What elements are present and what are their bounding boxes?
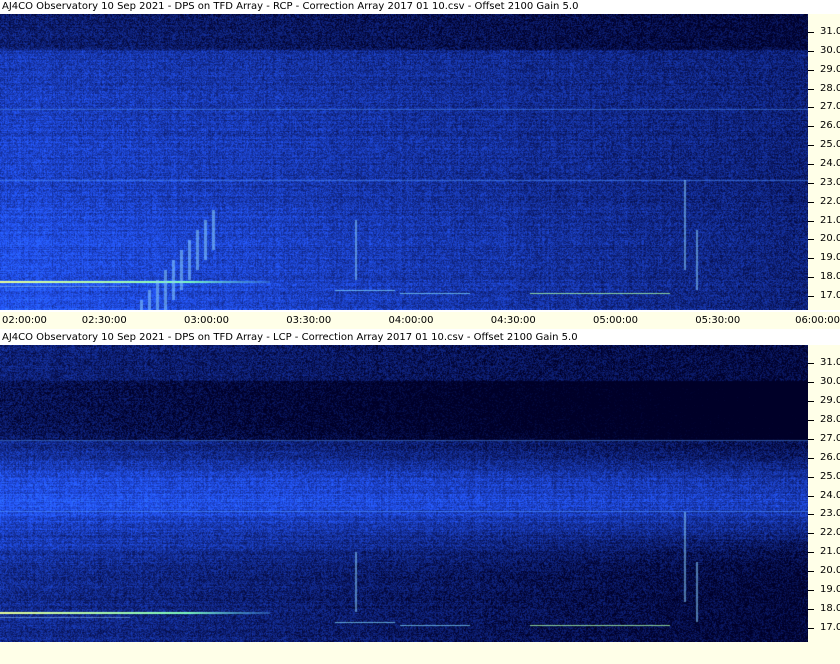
time-tick-label: 04:30:00 xyxy=(490,315,536,326)
frequency-tick-label: 17.0 xyxy=(820,290,840,301)
frequency-tick xyxy=(808,201,814,203)
frequency-tick-label: 19.0 xyxy=(820,584,840,596)
frequency-tick xyxy=(808,126,814,128)
frequency-tick-label: 22.0 xyxy=(820,527,840,539)
frequency-tick-label: 29.0 xyxy=(820,63,840,75)
time-tick-label: 03:00:00 xyxy=(184,315,229,326)
bottom-spectrogram xyxy=(0,345,808,642)
frequency-tick-label: 27.0 xyxy=(820,101,840,113)
frequency-tick xyxy=(808,145,814,147)
time-tick-label: 02:30:00 xyxy=(81,315,127,326)
frequency-tick xyxy=(808,182,814,184)
top-panel-caption: AJ4CO Observatory 10 Sep 2021 - DPS on T… xyxy=(0,0,812,14)
frequency-tick xyxy=(808,438,814,440)
top-frequency-axis: 31.0 30.0 29.0 28.0 27.0 26.0 25.0 24.0 23.0 22.0… xyxy=(808,14,840,310)
top-spectrogram xyxy=(0,14,808,310)
rcp-spectrogram-canvas xyxy=(0,14,808,310)
time-tick-label: 05:00:00 xyxy=(593,315,638,326)
frequency-tick-label: 25.0 xyxy=(820,139,840,151)
frequency-tick xyxy=(808,50,814,52)
frequency-tick-label: 31.0 xyxy=(820,357,840,368)
frequency-tick xyxy=(808,476,814,478)
frequency-tick-label: 28.0 xyxy=(820,82,840,94)
frequency-tick xyxy=(808,552,814,554)
frequency-tick xyxy=(808,258,814,260)
frequency-tick xyxy=(808,164,814,165)
frequency-tick-label: 24.0 xyxy=(820,489,840,501)
frequency-tick-label: 21.0 xyxy=(820,214,840,226)
frequency-tick-label: 25.0 xyxy=(820,470,840,482)
frequency-tick xyxy=(808,32,814,33)
lcp-spectrogram-canvas xyxy=(0,345,808,642)
frequency-tick-label: 20.0 xyxy=(820,565,840,577)
frequency-tick-label: 18.0 xyxy=(820,603,840,615)
frequency-tick xyxy=(808,220,814,222)
frequency-tick xyxy=(808,628,814,629)
frequency-tick xyxy=(808,239,814,241)
frequency-tick-label: 26.0 xyxy=(820,120,840,132)
frequency-tick xyxy=(808,514,814,516)
frequency-tick xyxy=(808,533,814,535)
frequency-tick-label: 30.0 xyxy=(820,44,840,56)
bottom-frequency-axis: 31.0 30.0 29.0 28.0 27.0 26.0 25.0 24.0 23.0 22.0… xyxy=(808,345,840,642)
frequency-tick-label: 28.0 xyxy=(820,413,840,425)
frequency-tick xyxy=(808,571,814,573)
frequency-tick-label: 21.0 xyxy=(820,546,840,558)
frequency-tick xyxy=(808,296,814,297)
frequency-tick-label: 24.0 xyxy=(820,158,840,169)
frequency-tick xyxy=(808,381,814,383)
frequency-tick xyxy=(808,107,814,109)
time-tick-label: 05:30:00 xyxy=(695,315,741,326)
frequency-tick-label: 20.0 xyxy=(820,233,840,245)
frequency-tick xyxy=(808,457,814,459)
frequency-tick xyxy=(808,88,814,90)
frequency-tick-label: 23.0 xyxy=(820,176,840,188)
frequency-tick-label: 29.0 xyxy=(820,394,840,406)
frequency-tick xyxy=(808,495,814,497)
time-tick-label: 04:00:00 xyxy=(388,315,434,326)
time-axis: 02:00:00 02:30:00 03:00:00 03:30:00 04:00:00… xyxy=(0,312,840,329)
time-tick-label: 06:00:00 xyxy=(795,315,840,326)
frequency-tick xyxy=(808,590,814,592)
frequency-tick-label: 17.0 xyxy=(820,622,840,633)
frequency-tick-label: 18.0 xyxy=(820,271,840,283)
frequency-tick xyxy=(808,363,814,364)
frequency-tick-label: 26.0 xyxy=(820,451,840,463)
frequency-tick xyxy=(808,609,814,611)
frequency-tick-label: 30.0 xyxy=(820,375,840,387)
frequency-tick-label: 23.0 xyxy=(820,508,840,520)
frequency-tick-label: 22.0 xyxy=(820,195,840,207)
bottom-panel-caption: AJ4CO Observatory 10 Sep 2021 - DPS on T… xyxy=(0,331,812,345)
frequency-tick-label: 19.0 xyxy=(820,252,840,264)
frequency-tick xyxy=(808,277,814,279)
frequency-tick-label: 31.0 xyxy=(820,26,840,37)
frequency-tick xyxy=(808,419,814,421)
frequency-tick xyxy=(808,69,814,71)
bottom-strip xyxy=(0,642,840,664)
frequency-tick xyxy=(808,400,814,402)
time-tick-label: 02:00:00 xyxy=(2,315,47,326)
frequency-tick-label: 27.0 xyxy=(820,432,840,444)
time-tick-label: 03:30:00 xyxy=(286,315,332,326)
